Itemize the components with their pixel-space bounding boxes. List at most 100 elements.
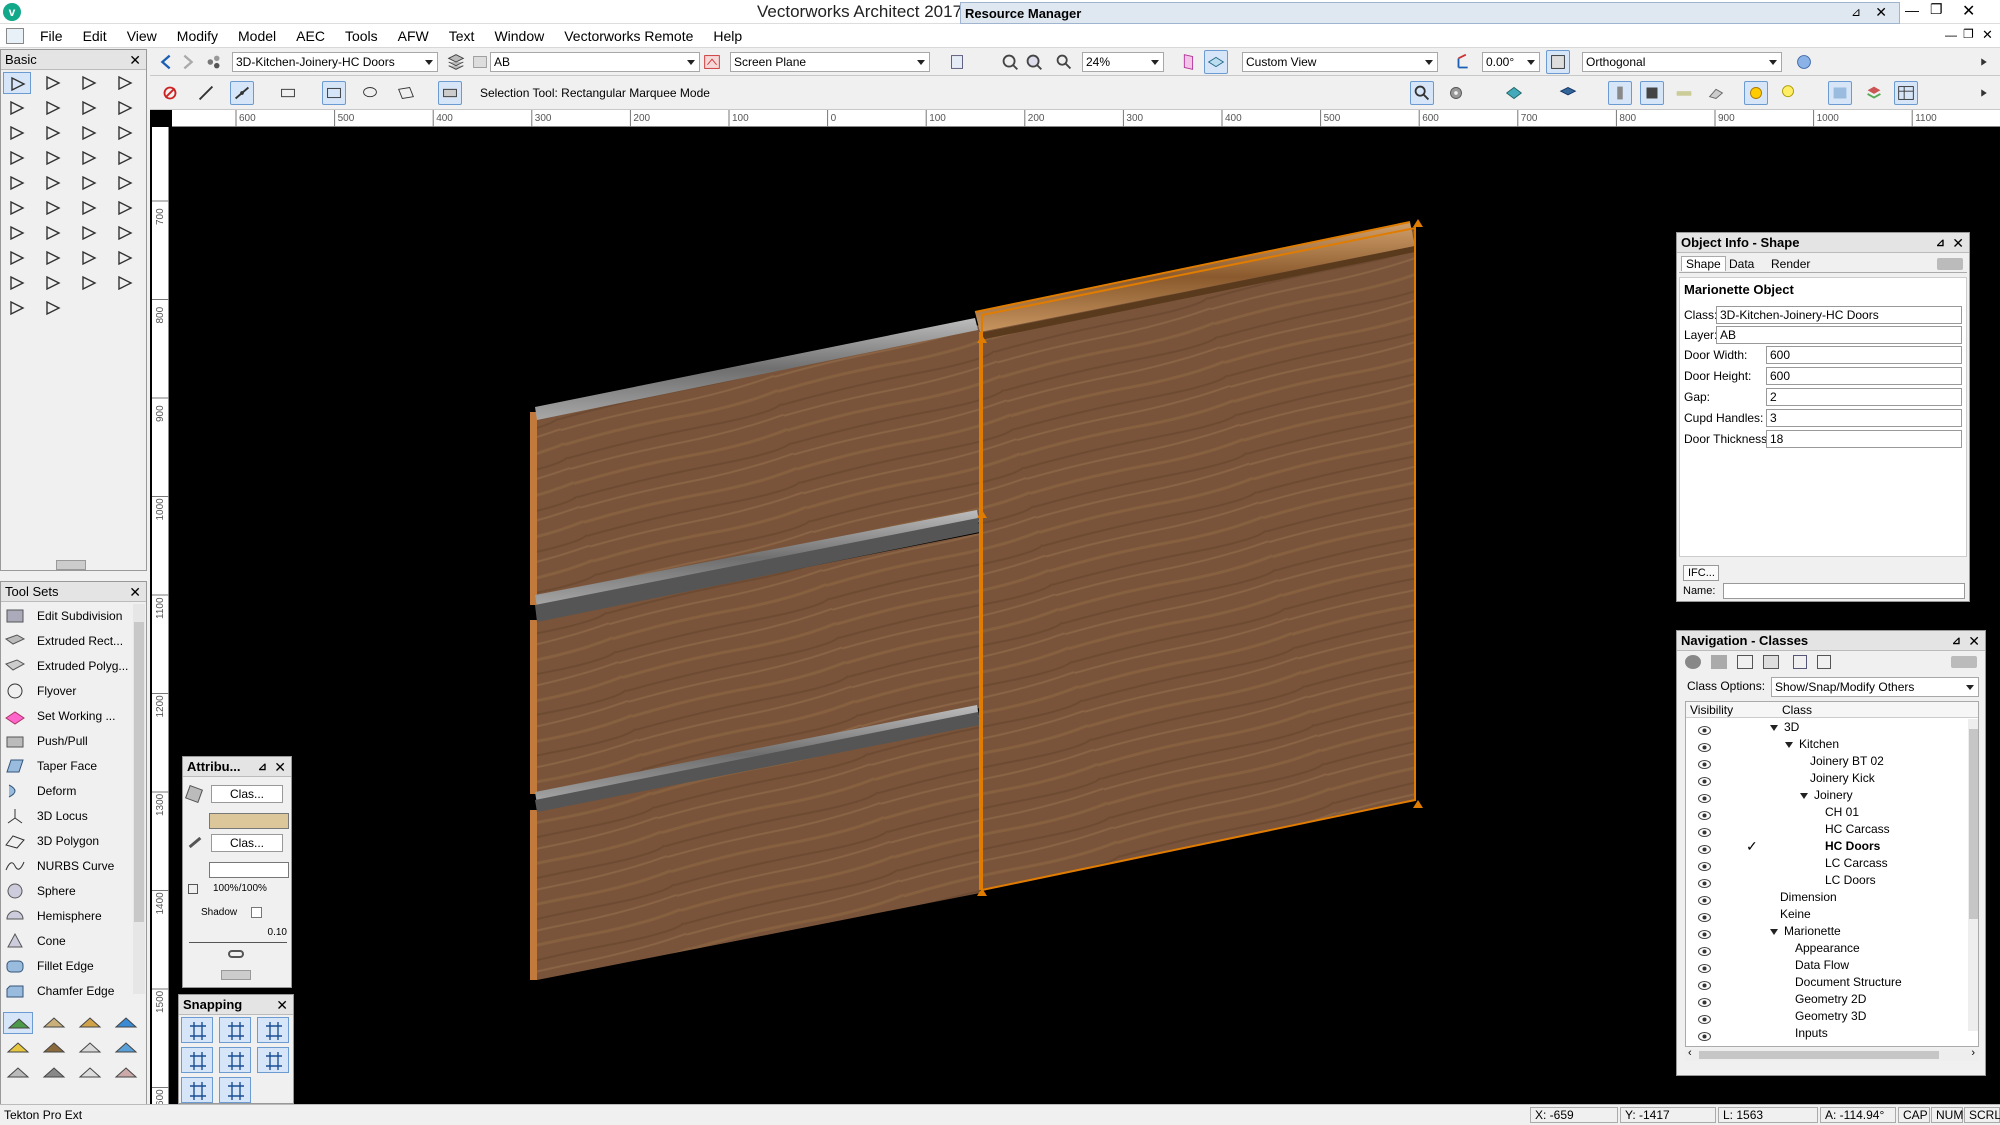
class-row[interactable]: CH 01 — [1825, 804, 1859, 821]
class-row[interactable]: Kitchen — [1799, 736, 1839, 753]
close-icon[interactable]: ✕ — [274, 757, 286, 777]
col-class[interactable]: Class — [1782, 703, 1812, 717]
close-icon[interactable]: ✕ — [1952, 233, 1964, 253]
line-weight-field[interactable]: 0.10 — [189, 927, 287, 943]
nav-layers-icon[interactable] — [1711, 655, 1727, 669]
visibility-eye-icon[interactable] — [1698, 876, 1711, 888]
snap-distance-icon[interactable] — [219, 1047, 251, 1073]
navigation-title: Navigation - Classes — [1681, 633, 1809, 648]
close-icon[interactable]: ✕ — [1968, 631, 1980, 651]
scroll-left-icon[interactable]: ‹ — [1688, 1047, 1692, 1059]
tab-data[interactable]: Data — [1729, 257, 1754, 271]
visibility-eye-icon[interactable] — [1698, 859, 1711, 871]
visibility-eye-icon[interactable] — [1698, 842, 1711, 854]
door-height-field[interactable]: 600 — [1766, 367, 1962, 385]
pin-icon[interactable]: ⊿ — [1936, 233, 1945, 253]
visibility-eye-icon[interactable] — [1698, 1012, 1711, 1024]
nav-sheets-icon[interactable] — [1737, 655, 1753, 669]
selected-door[interactable] — [974, 221, 1416, 892]
gap-field[interactable]: 2 — [1766, 388, 1962, 406]
pen-color-swatch[interactable] — [209, 862, 289, 878]
nav-scrollbar[interactable] — [1968, 719, 1978, 1031]
visibility-eye-icon[interactable] — [1698, 740, 1711, 752]
cupd-handles-select[interactable]: 3 — [1766, 409, 1962, 427]
class-options-select[interactable]: Show/Snap/Modify Others — [1771, 677, 1979, 697]
visibility-eye-icon[interactable] — [1698, 774, 1711, 786]
expand-triangle-icon[interactable] — [1770, 725, 1778, 731]
expand-triangle-icon[interactable] — [1785, 742, 1793, 748]
visibility-eye-icon[interactable] — [1698, 944, 1711, 956]
class-row[interactable]: Data Flow — [1795, 957, 1849, 974]
door-thickness-field[interactable]: 18 — [1766, 430, 1962, 448]
class-row[interactable]: Joinery Kick — [1810, 770, 1875, 787]
class-row[interactable]: HC Carcass — [1825, 821, 1890, 838]
pen-style-select[interactable]: Clas... — [211, 834, 283, 852]
visibility-eye-icon[interactable] — [1698, 927, 1711, 939]
shadow-checkbox[interactable] — [251, 907, 262, 918]
class-row[interactable]: Dimension — [1780, 889, 1837, 906]
visibility-eye-icon[interactable] — [1698, 961, 1711, 973]
nav-scroll-thumb[interactable] — [1969, 729, 1978, 919]
oi-class-select[interactable]: 3D-Kitchen-Joinery-HC Doors — [1716, 306, 1962, 324]
fill-style-select[interactable]: Clas... — [211, 785, 283, 803]
class-row[interactable]: Marionette — [1784, 923, 1841, 940]
nav-hscroll-thumb[interactable] — [1699, 1051, 1939, 1059]
nav-symbols-icon[interactable] — [1817, 655, 1831, 669]
close-icon[interactable]: ✕ — [276, 995, 288, 1015]
class-row[interactable]: Document Structure — [1795, 974, 1902, 991]
class-row[interactable]: Keine — [1780, 906, 1811, 923]
snap-intersection-icon[interactable] — [181, 1047, 213, 1073]
snap-loupe-icon[interactable] — [219, 1077, 251, 1103]
visibility-eye-icon[interactable] — [1698, 995, 1711, 1007]
name-field[interactable] — [1723, 583, 1965, 599]
ifc-button[interactable]: IFC... — [1683, 565, 1719, 581]
nav-refs-icon[interactable] — [1793, 655, 1807, 669]
class-row[interactable]: Appearance — [1795, 940, 1860, 957]
oi-options-icon[interactable] — [1937, 258, 1963, 270]
visibility-eye-icon[interactable] — [1698, 723, 1711, 735]
class-row[interactable]: LC Doors — [1825, 872, 1876, 889]
snap-angle-icon[interactable] — [257, 1017, 289, 1043]
col-visibility[interactable]: Visibility — [1690, 703, 1733, 717]
drawer-fronts[interactable] — [530, 325, 980, 980]
opacity-value[interactable]: 100%/100% — [213, 883, 267, 894]
class-row[interactable]: HC Doors — [1825, 838, 1880, 855]
class-row[interactable]: Joinery BT 02 — [1810, 753, 1884, 770]
class-row[interactable]: LC Carcass — [1825, 855, 1888, 872]
class-row[interactable]: Geometry 3D — [1795, 1008, 1866, 1025]
visibility-eye-icon[interactable] — [1698, 808, 1711, 820]
snap-tangent-icon[interactable] — [257, 1047, 289, 1073]
scroll-right-icon[interactable]: › — [1971, 1047, 1975, 1059]
expand-triangle-icon[interactable] — [1770, 929, 1778, 935]
visibility-eye-icon[interactable] — [1698, 978, 1711, 990]
snap-grid-icon[interactable] — [181, 1017, 213, 1043]
visibility-eye-icon[interactable] — [1698, 757, 1711, 769]
class-row[interactable]: Inputs — [1795, 1025, 1828, 1042]
visibility-eye-icon[interactable] — [1698, 791, 1711, 803]
status-bar: Tekton Pro Ext X: -659 Y: -1417 L: 1563 … — [0, 1104, 2000, 1124]
nav-views-icon[interactable] — [1763, 655, 1779, 669]
tab-render[interactable]: Render — [1771, 257, 1810, 271]
oi-layer-select[interactable]: AB — [1716, 326, 1962, 344]
nav-class-icon[interactable] — [1685, 655, 1701, 669]
nav-hscrollbar[interactable]: ‹ › — [1685, 1047, 1979, 1061]
pin-icon[interactable]: ⊿ — [1952, 631, 1961, 651]
snap-object-icon[interactable] — [219, 1017, 251, 1043]
visibility-eye-icon[interactable] — [1698, 1029, 1711, 1041]
fill-color-swatch[interactable] — [209, 813, 289, 829]
door-width-field[interactable]: 600 — [1766, 346, 1962, 364]
visibility-eye-icon[interactable] — [1698, 893, 1711, 905]
link-icon[interactable] — [228, 950, 244, 958]
pin-icon[interactable]: ⊿ — [258, 757, 267, 777]
visibility-eye-icon[interactable] — [1698, 825, 1711, 837]
fill-bucket-icon — [185, 785, 203, 803]
class-row[interactable]: Joinery — [1814, 787, 1853, 804]
expand-icon[interactable] — [221, 970, 251, 980]
visibility-eye-icon[interactable] — [1698, 910, 1711, 922]
expand-triangle-icon[interactable] — [1800, 793, 1808, 799]
nav-options-icon[interactable] — [1951, 656, 1977, 668]
class-row[interactable]: Geometry 2D — [1795, 991, 1866, 1008]
snap-working-plane-icon[interactable] — [181, 1077, 213, 1103]
class-row[interactable]: 3D — [1784, 719, 1799, 736]
tab-shape[interactable]: Shape — [1681, 256, 1726, 271]
